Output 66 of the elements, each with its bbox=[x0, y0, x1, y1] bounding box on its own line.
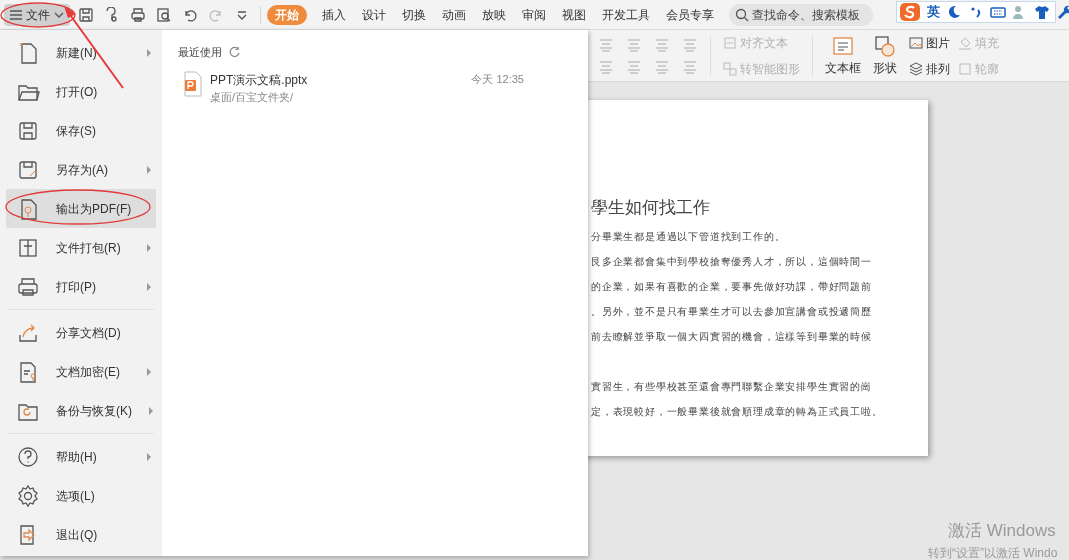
align-text-icon bbox=[723, 35, 737, 50]
slide-text-line: 的企業，如果有喜歡的企業，要事先做好功課，帶好問題前 bbox=[591, 279, 873, 294]
recent-file-item[interactable]: PPT演示文稿.pptx 桌面/百宝文件夹/ 今天 12:35 bbox=[178, 70, 572, 105]
file-name: PPT演示文稿.pptx bbox=[210, 71, 309, 89]
search-field[interactable]: 查找命令、搜索模板 bbox=[729, 3, 873, 26]
slide-text-line: 實習生，有些學校甚至還會專門聯繫企業安排學生實習的崗 bbox=[591, 379, 873, 394]
ribbon-tab[interactable]: 开发工具 bbox=[601, 4, 651, 25]
shirt-icon[interactable] bbox=[1034, 4, 1050, 20]
ribbon-tab[interactable]: 视图 bbox=[561, 4, 587, 25]
text-box-icon bbox=[831, 34, 855, 57]
menu-item[interactable]: 备份与恢复(K) bbox=[6, 391, 156, 430]
layers-icon bbox=[909, 61, 923, 76]
wrench-icon[interactable] bbox=[1056, 4, 1069, 20]
slide-text-line: 定，表現較好，一般畢業後就會順理成章的轉為正式員工啦。 bbox=[591, 404, 884, 419]
menu-icon bbox=[10, 9, 22, 20]
file-path: 桌面/百宝文件夹/ bbox=[210, 89, 295, 105]
file-time: 今天 12:35 bbox=[471, 71, 524, 87]
ime-mode-label[interactable]: 英 bbox=[927, 2, 940, 22]
search-icon bbox=[735, 7, 749, 22]
slide-text-line: 。另外，並不是只有畢業生才可以去參加宣講會或投遞簡歷 bbox=[591, 304, 873, 319]
activation-hint: 转到“设置”以激活 Windo bbox=[928, 544, 1058, 560]
slide-text-line: 分畢業生都是通過以下管道找到工作的。 bbox=[591, 229, 787, 244]
menu-item[interactable]: 选项(L) bbox=[6, 476, 156, 515]
refresh-icon[interactable] bbox=[228, 46, 240, 59]
ime-logo-icon[interactable] bbox=[899, 2, 921, 22]
ribbon-tab[interactable]: 插入 bbox=[321, 4, 347, 25]
menu-item[interactable]: 输出为PDF(F) bbox=[6, 189, 156, 228]
activation-title: 激活 Windows bbox=[947, 520, 1057, 542]
menu-item[interactable]: 新建(N) bbox=[6, 33, 156, 72]
outline-icon bbox=[958, 61, 972, 76]
help-icon bbox=[16, 444, 40, 469]
menu-item[interactable]: 文件打包(R) bbox=[6, 228, 156, 267]
slide-text-line: 前去瞭解並爭取一個大四實習的機會，這樣等到畢業的時候 bbox=[591, 329, 873, 344]
ribbon-tab[interactable]: 会员专享 bbox=[665, 4, 715, 25]
keyboard-icon[interactable] bbox=[990, 4, 1006, 20]
menu-item[interactable]: 另存为(A) bbox=[6, 150, 156, 189]
picture-icon bbox=[909, 35, 923, 50]
ribbon-tab[interactable]: 放映 bbox=[481, 4, 507, 25]
ribbon-button[interactable]: 图片 bbox=[909, 33, 950, 52]
section-title: 最近使用 bbox=[178, 45, 222, 60]
settings-icon bbox=[16, 483, 40, 508]
menu-item[interactable]: 分享文档(D) bbox=[6, 313, 156, 352]
menu-item[interactable]: 文档加密(E) bbox=[6, 352, 156, 391]
preview-icon[interactable] bbox=[156, 6, 172, 23]
menu-item[interactable]: 打印(P) bbox=[6, 267, 156, 306]
ribbon-tab[interactable]: 切换 bbox=[401, 4, 427, 25]
shapes-icon bbox=[873, 34, 897, 57]
caret-icon bbox=[54, 11, 64, 18]
slide-text-line: 艮多企業都會集中到學校搶奪優秀人才，所以，這個時間一 bbox=[591, 254, 873, 269]
moon-icon[interactable] bbox=[946, 4, 962, 20]
presentation-file-icon bbox=[184, 70, 202, 97]
ribbon-button[interactable]: 文本框 bbox=[825, 34, 861, 77]
save-icon[interactable] bbox=[78, 6, 94, 23]
smart-graphic-icon bbox=[723, 61, 737, 76]
menu-item[interactable]: 退出(Q) bbox=[6, 515, 156, 554]
ribbon-button[interactable]: 排列 bbox=[909, 59, 950, 78]
print-icon[interactable] bbox=[130, 6, 146, 23]
ribbon-tab[interactable]: 设计 bbox=[361, 4, 387, 25]
ribbon-button[interactable]: 形状 bbox=[873, 34, 897, 77]
menu-item[interactable]: 打开(O) bbox=[6, 72, 156, 111]
ribbon-tab[interactable]: 动画 bbox=[441, 4, 467, 25]
menu-item[interactable]: 帮助(H) bbox=[6, 437, 156, 476]
ribbon-tab[interactable]: 审阅 bbox=[521, 4, 547, 25]
menu-item[interactable]: 保存(S) bbox=[6, 111, 156, 150]
fill-icon bbox=[958, 35, 972, 50]
slide-title: 學生如何找工作 bbox=[591, 197, 711, 219]
